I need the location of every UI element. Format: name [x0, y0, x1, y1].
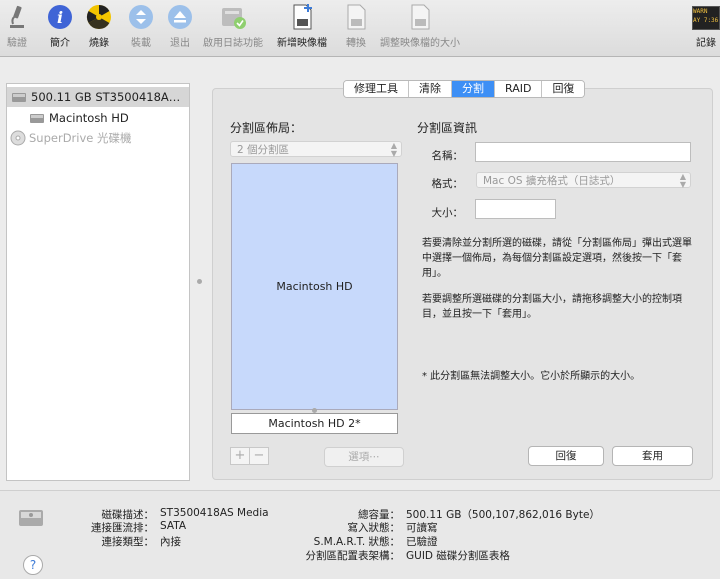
options-button[interactable]: 選項⋯	[324, 447, 404, 467]
log-console-text: WARN AY 7:36	[692, 6, 720, 30]
new-image-label: 新增映像檔	[277, 38, 327, 49]
tab-partition[interactable]: 分割	[452, 81, 495, 97]
log-icon: WARN AY 7:36	[692, 3, 720, 31]
smart-status-label: S.M.A.R.T. 狀態：	[313, 536, 400, 548]
eject-button[interactable]: 退出	[166, 3, 194, 49]
enable-journaling-label: 啟用日誌功能	[203, 38, 263, 49]
connection-type-value: 內接	[160, 536, 181, 548]
size-label: 大小：	[431, 207, 464, 219]
format-label: 格式：	[431, 178, 464, 190]
sidebar-item-disk[interactable]: 500.11 GB ST3500418A…	[7, 87, 189, 107]
updown-arrows-icon: ▲ ▼	[390, 141, 397, 158]
help-button[interactable]: ?	[23, 555, 43, 575]
remove-partition-button[interactable]: −	[250, 448, 268, 464]
verify-button[interactable]: 驗證	[3, 3, 31, 49]
partition-block-macintosh-hd-2[interactable]: Macintosh HD 2*	[231, 413, 398, 434]
microscope-icon	[3, 3, 31, 31]
resize-help-text: 若要調整所選磁碟的分割區大小，請拖移調整大小的控制項目，並且按一下「套用」。	[422, 294, 682, 320]
resize-image-icon	[406, 3, 434, 31]
mount-label: 裝載	[131, 38, 151, 49]
disk-description-value: ST3500418AS Media	[160, 507, 269, 519]
volume-icon	[30, 114, 44, 123]
toolbar: 驗證 i 簡介 燒錄 裝載 退出 啟用日誌功能 新增映像檔 轉換 調整映像檔的大…	[0, 0, 720, 57]
partition-info-title: 分割區資訊	[417, 121, 478, 135]
log-button[interactable]: WARN AY 7:36 記錄	[692, 3, 720, 49]
new-image-button[interactable]: 新增映像檔	[277, 3, 327, 49]
sidebar-item-volume[interactable]: Macintosh HD	[29, 108, 129, 128]
tab-erase[interactable]: 清除	[409, 81, 452, 97]
connection-bus-label: 連接匯流排：	[91, 522, 154, 534]
optical-drive-icon	[10, 130, 26, 146]
write-status-label: 寫入狀態：	[347, 522, 401, 534]
partition-block-macintosh-hd[interactable]: Macintosh HD	[231, 163, 398, 410]
smart-status-value: 已驗證	[406, 536, 438, 548]
enable-journaling-button[interactable]: 啟用日誌功能	[203, 3, 263, 49]
svg-text:i: i	[57, 8, 63, 27]
info-label: 簡介	[50, 38, 70, 49]
verify-label: 驗證	[7, 38, 27, 49]
convert-icon	[342, 3, 370, 31]
partition-layout-select[interactable]: 2 個分割區 ▲ ▼	[230, 141, 402, 158]
resize-image-label: 調整映像檔的大小	[380, 38, 460, 49]
log-label: 記錄	[696, 38, 716, 49]
connection-type-label: 連接類型：	[101, 536, 155, 548]
name-label: 名稱：	[431, 150, 464, 162]
partition-layout-title: 分割區佈局：	[230, 121, 303, 135]
format-value: Mac OS 擴充格式（日誌式）	[483, 175, 621, 187]
disk-list: 500.11 GB ST3500418A… Macintosh HD Super…	[6, 83, 190, 481]
tab-raid[interactable]: RAID	[495, 81, 543, 97]
tab-first-aid[interactable]: 修理工具	[344, 81, 409, 97]
connection-bus-value: SATA	[160, 520, 187, 532]
size-field[interactable]	[475, 199, 556, 219]
sidebar-item-superdrive-label: SuperDrive 光碟機	[29, 131, 132, 145]
partition-help-text: 若要清除並分割所選的磁碟，請從「分割區佈局」彈出式選單中選擇一個佈局，為每個分割…	[422, 238, 692, 279]
sidebar-item-volume-label: Macintosh HD	[49, 111, 129, 125]
journal-icon	[219, 3, 247, 31]
add-partition-button[interactable]: +	[231, 448, 250, 464]
hard-disk-icon	[12, 93, 26, 102]
format-select[interactable]: Mac OS 擴充格式（日誌式） ▲ ▼	[476, 172, 691, 189]
resize-image-button[interactable]: 調整映像檔的大小	[380, 3, 460, 49]
eject-label: 退出	[170, 38, 190, 49]
split-view-handle[interactable]	[197, 279, 202, 284]
updown-arrows-icon: ▲ ▼	[679, 172, 686, 189]
partition-block-2-label: Macintosh HD 2*	[268, 417, 361, 430]
apply-button[interactable]: 套用	[612, 446, 693, 466]
resize-note-text: * 此分割區無法調整大小。它小於所顯示的大小。	[422, 371, 641, 382]
mount-icon	[127, 3, 155, 31]
burn-button[interactable]: 燒錄	[85, 3, 113, 49]
mount-button[interactable]: 裝載	[127, 3, 155, 49]
partition-block-label: Macintosh HD	[276, 280, 353, 293]
sidebar-item-disk-label: 500.11 GB ST3500418A…	[31, 90, 181, 104]
new-image-icon	[288, 3, 316, 31]
add-remove-control: + −	[230, 447, 269, 465]
sidebar-item-superdrive[interactable]: SuperDrive 光碟機	[10, 128, 132, 148]
tab-bar: 修理工具 清除 分割 RAID 回復	[343, 80, 586, 98]
info-icon: i	[46, 3, 74, 31]
burn-label: 燒錄	[89, 38, 109, 49]
info-button[interactable]: i 簡介	[46, 3, 74, 49]
convert-button[interactable]: 轉換	[342, 3, 370, 49]
write-status-value: 可讀寫	[406, 522, 438, 534]
tab-restore[interactable]: 回復	[542, 81, 585, 97]
partition-scheme-value: GUID 磁碟分割區表格	[406, 550, 510, 562]
partition-layout-value: 2 個分割區	[237, 144, 290, 156]
burn-icon	[85, 3, 113, 31]
convert-label: 轉換	[346, 38, 366, 49]
hard-disk-icon	[19, 510, 43, 526]
revert-button[interactable]: 回復	[528, 446, 604, 466]
name-field[interactable]	[475, 142, 691, 162]
partition-scheme-label: 分割區配置表架構：	[305, 550, 401, 562]
eject-icon	[166, 3, 194, 31]
